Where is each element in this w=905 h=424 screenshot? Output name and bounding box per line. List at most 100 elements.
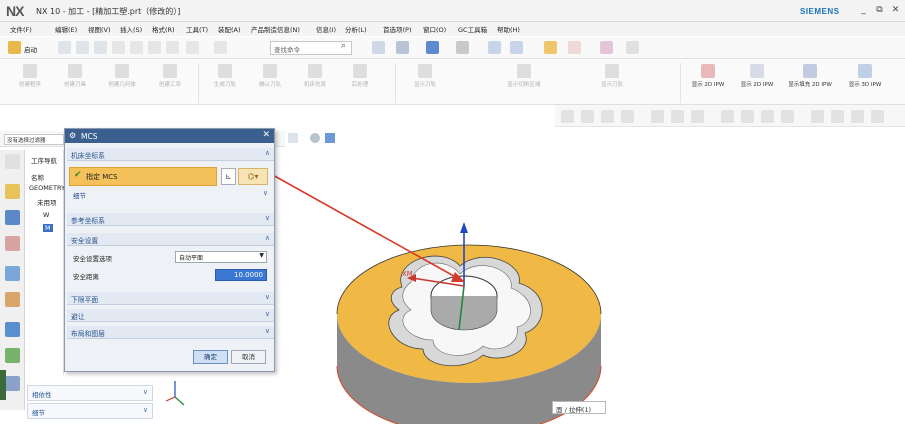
view-orient-icon[interactable] — [372, 41, 385, 54]
system-icon[interactable] — [5, 376, 20, 391]
menu-window[interactable]: 窗口(O) — [423, 24, 446, 34]
filter-tool-icon[interactable] — [581, 110, 594, 123]
ribbon-show-2d-ipw[interactable]: 显示 2D IPW — [733, 62, 781, 89]
selection-icon[interactable] — [568, 41, 581, 54]
roles-icon[interactable] — [5, 348, 20, 363]
chevron-up-icon[interactable]: ∧ — [265, 234, 270, 242]
section-layout-layers[interactable]: 布局和图层 ∨ — [67, 326, 274, 339]
section-reference-csys[interactable]: 参考坐标系 ∨ — [67, 213, 274, 226]
menu-file[interactable]: 文件(F) — [10, 24, 32, 34]
menu-format[interactable]: 格式(R) — [152, 24, 175, 34]
geometry-root[interactable]: GEOMETRY — [29, 184, 65, 192]
chevron-down-icon[interactable]: ∨ — [265, 293, 270, 301]
ribbon-verify-path[interactable]: 确认刀轨 — [250, 62, 290, 89]
save-icon[interactable] — [94, 41, 107, 54]
reuse-library-icon[interactable] — [5, 292, 20, 307]
close-icon[interactable]: ✕ — [262, 130, 270, 140]
cancel-button[interactable]: 取消 — [231, 350, 266, 364]
shaded-cube-icon[interactable] — [426, 41, 439, 54]
ribbon-show-fill-2d-ipw[interactable]: 显示填充 2D IPW — [785, 62, 835, 89]
command-search-input[interactable]: 查找命令 — [270, 41, 352, 55]
selection-filter-dropdown[interactable]: 没有选择过滤器 — [4, 134, 64, 145]
menu-insert[interactable]: 插入(S) — [120, 24, 142, 34]
filter-tool-icon[interactable] — [671, 110, 684, 123]
constraint-nav-icon[interactable] — [5, 236, 20, 251]
minimize-button[interactable]: _ — [858, 5, 869, 16]
filter-tool-icon[interactable] — [741, 110, 754, 123]
ribbon-machine-sim[interactable]: 机床仿真 — [295, 62, 335, 89]
section-view-icon[interactable] — [488, 41, 501, 54]
safety-distance-input[interactable]: 10.0000 — [215, 269, 267, 281]
close-window-button[interactable]: ✕ — [890, 5, 901, 16]
clip-icon[interactable] — [510, 41, 523, 54]
section-safety[interactable]: 安全设置 ∧ — [67, 233, 274, 246]
undo-icon[interactable] — [186, 41, 199, 54]
render-style-icon[interactable] — [396, 41, 409, 54]
section-machine-csys[interactable]: 机床坐标系 ∧ — [67, 148, 274, 161]
filter-tool-icon[interactable] — [871, 110, 884, 123]
filter-tool-icon[interactable] — [601, 110, 614, 123]
filter-tool-icon[interactable] — [691, 110, 704, 123]
tree-node-unused[interactable]: 未用项 — [37, 197, 57, 207]
restore-button[interactable]: ⧉ — [874, 5, 885, 16]
ribbon-create-operation[interactable]: 创建工序 — [150, 62, 190, 89]
safety-option-select[interactable]: 自动平面 ▼ — [175, 251, 267, 263]
navigator-icon[interactable] — [5, 184, 20, 199]
filter-tool-icon[interactable] — [651, 110, 664, 123]
measure-icon[interactable] — [626, 41, 639, 54]
copy-icon[interactable] — [130, 41, 143, 54]
gear-icon[interactable]: ⚙ — [69, 131, 76, 140]
ribbon-create-geometry[interactable]: 创建几何体 — [100, 62, 144, 89]
filter-tool-icon[interactable] — [621, 110, 634, 123]
side-tab[interactable] — [0, 370, 6, 400]
menu-info[interactable]: 信息(I) — [316, 24, 336, 34]
settings-icon[interactable] — [5, 154, 20, 169]
start-label[interactable]: 启动 — [24, 44, 37, 54]
filter-tool-icon[interactable] — [781, 110, 794, 123]
snap-icon[interactable] — [544, 41, 557, 54]
chevron-down-icon[interactable]: ∨ — [265, 327, 270, 335]
menu-edit[interactable]: 编辑(E) — [55, 24, 77, 34]
paste-icon[interactable] — [148, 41, 161, 54]
specify-mcs-row[interactable]: ✔ 指定 MCS — [69, 167, 217, 186]
menu-gc-toolbox[interactable]: GC工具箱 — [458, 24, 487, 34]
open-file-icon[interactable] — [76, 41, 89, 54]
chevron-down-icon[interactable]: ∨ — [265, 310, 270, 318]
menu-preferences[interactable]: 首选项(P) — [383, 24, 412, 34]
menu-view[interactable]: 视图(V) — [88, 24, 111, 34]
dependencies-panel[interactable]: 相依性 ∨ — [27, 385, 153, 401]
filter-tool-icon[interactable] — [831, 110, 844, 123]
ribbon-display-path-2[interactable]: 显示刀轨 — [592, 62, 632, 89]
history-icon[interactable] — [5, 322, 20, 337]
tree-node-mcs[interactable]: M — [43, 224, 53, 232]
view-icon[interactable] — [310, 133, 320, 143]
ribbon-generate-path[interactable]: 生成刀轨 — [205, 62, 245, 89]
details-panel[interactable]: 细节 ∨ — [27, 403, 153, 419]
menu-pmi[interactable]: 产品制造信息(N) — [251, 24, 300, 34]
csys-orient-button[interactable]: ⌬▾ — [238, 168, 268, 185]
filter-tool-icon[interactable] — [811, 110, 824, 123]
display-mode-icon[interactable] — [288, 133, 298, 143]
filter-tool-icon[interactable] — [761, 110, 774, 123]
filter-tool-icon[interactable] — [721, 110, 734, 123]
start-icon[interactable] — [8, 41, 21, 54]
filter-tool-icon[interactable] — [561, 110, 574, 123]
section-lower-plane[interactable]: 下限平面 ∨ — [67, 292, 274, 305]
menu-tools[interactable]: 工具(T) — [186, 24, 208, 34]
details-link[interactable]: 细节 — [73, 190, 86, 200]
ribbon-create-program[interactable]: 创建程序 — [10, 62, 50, 89]
wcs-icon[interactable] — [600, 41, 613, 54]
csys-dialog-button[interactable]: ⊾ — [221, 168, 236, 185]
filter-tool-icon[interactable] — [851, 110, 864, 123]
section-avoid[interactable]: 避让 ∨ — [67, 309, 274, 322]
ribbon-display-path[interactable]: 显示刀轨 — [405, 62, 445, 89]
tree-node-w[interactable]: W — [43, 211, 49, 219]
ribbon-show-3d-ipw[interactable]: 显示 3D IPW — [840, 62, 890, 89]
chevron-up-icon[interactable]: ∧ — [265, 149, 270, 157]
search-icon[interactable]: ⌕ — [341, 41, 346, 51]
ribbon-display-cut-region[interactable]: 显示切削区域 — [500, 62, 548, 89]
ok-button[interactable]: 确定 — [193, 350, 228, 364]
color-icon[interactable] — [456, 41, 469, 54]
chevron-down-icon[interactable]: ∨ — [143, 406, 148, 414]
ribbon-postprocess[interactable]: 后处理 — [340, 62, 380, 89]
